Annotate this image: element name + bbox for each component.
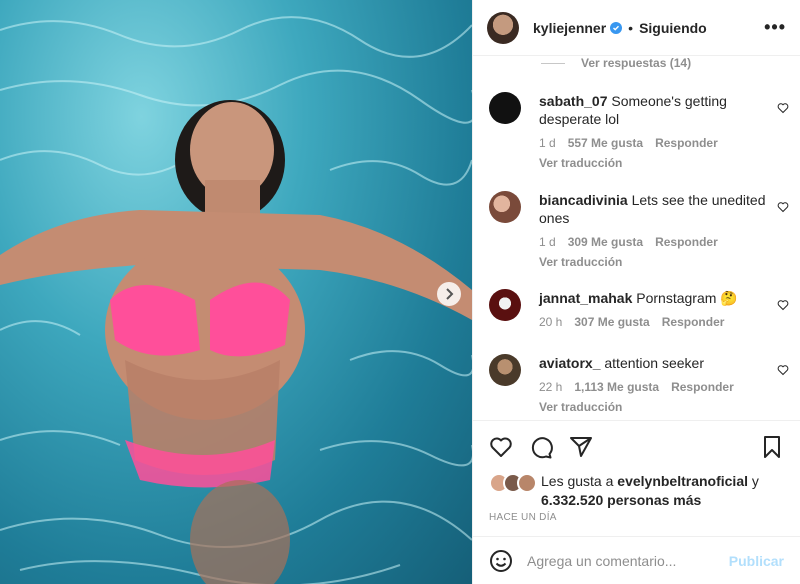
comment-text: attention seeker [604,355,704,371]
share-icon[interactable] [569,435,593,459]
comment-input[interactable] [527,552,729,569]
likes-summary: Les gusta a evelynbeltranoficial y 6.332… [489,472,789,510]
view-replies-label: Ver respuestas (14) [581,56,692,70]
comment-username[interactable]: biancadivinia [539,192,628,208]
separator-dot: • [628,19,634,36]
comment-likes[interactable]: 309 Me gusta [568,235,643,249]
comment-item: aviatorx_ attention seeker 22 h 1,113 Me… [489,354,789,414]
comment-composer: Publicar [473,536,800,584]
comment-likes[interactable]: 1,113 Me gusta [574,380,659,394]
see-translation-link[interactable]: Ver traducción [539,400,769,414]
liker-username[interactable]: evelynbeltranoficial [617,473,748,489]
comment-avatar[interactable] [489,354,521,386]
comment-time[interactable]: 1 d [539,136,556,150]
bookmark-icon[interactable] [760,435,784,459]
more-options-button[interactable]: ••• [764,17,786,38]
comment-avatar[interactable] [489,289,521,321]
see-translation-link[interactable]: Ver traducción [539,156,769,170]
view-replies-link[interactable]: Ver respuestas (14) [541,56,691,70]
post-sidebar: kyliejenner • Siguiendo ••• Ver respuest… [472,0,800,584]
comment-avatar[interactable] [489,191,521,223]
comment-time[interactable]: 22 h [539,380,562,394]
comment-username[interactable]: sabath_07 [539,93,607,109]
likes-prefix: Les gusta a [541,473,614,489]
verified-badge-icon [610,21,623,34]
likes-count-link[interactable]: 6.332.520 personas más [541,492,701,508]
post-photo [0,0,472,584]
comment-time[interactable]: 20 h [539,315,562,329]
author-avatar[interactable] [487,11,519,44]
comment-heart-icon[interactable] [777,364,789,376]
following-button[interactable]: Siguiendo [639,20,707,36]
comment-avatar[interactable] [489,92,521,124]
comment-likes[interactable]: 307 Me gusta [574,315,649,329]
likes-conjunction: y [751,473,759,489]
replies-divider [541,62,565,64]
comment-heart-icon[interactable] [777,102,789,114]
comment-username[interactable]: jannat_mahak [539,290,632,306]
post-timestamp[interactable]: HACE UN DÍA [489,512,557,523]
emoji-icon[interactable] [489,549,513,573]
comment-heart-icon[interactable] [777,201,789,213]
comments-list: Ver respuestas (14) sabath_07 Someone's … [473,56,800,420]
reply-button[interactable]: Responder [655,136,718,150]
liker-avatar [517,473,537,493]
author-username[interactable]: kyliejenner [533,20,606,36]
chevron-right-icon [446,288,454,300]
reply-button[interactable]: Responder [655,235,718,249]
comment-item: biancadivinia Lets see the unedited ones… [489,191,789,269]
swimmer-figure [0,100,472,584]
comment-item: jannat_mahak Pornstagram 🤔 20 h 307 Me g… [489,289,789,329]
reply-button[interactable]: Responder [662,315,725,329]
post-header: kyliejenner • Siguiendo ••• [473,0,800,56]
next-image-button[interactable] [437,282,461,306]
comment-text: Pornstagram 🤔 [636,290,738,306]
see-translation-link[interactable]: Ver traducción [539,255,769,269]
comment-heart-icon[interactable] [777,299,789,311]
comment-item: sabath_07 Someone's getting desperate lo… [489,92,789,170]
comment-icon[interactable] [529,435,553,459]
publish-button[interactable]: Publicar [729,553,784,569]
heart-icon[interactable] [489,435,513,459]
comment-username[interactable]: aviatorx_ [539,355,600,371]
comment-time[interactable]: 1 d [539,235,556,249]
liker-avatars[interactable] [489,473,541,510]
reply-button[interactable]: Responder [671,380,734,394]
comment-likes[interactable]: 557 Me gusta [568,136,643,150]
post-actions-bar [473,420,800,472]
